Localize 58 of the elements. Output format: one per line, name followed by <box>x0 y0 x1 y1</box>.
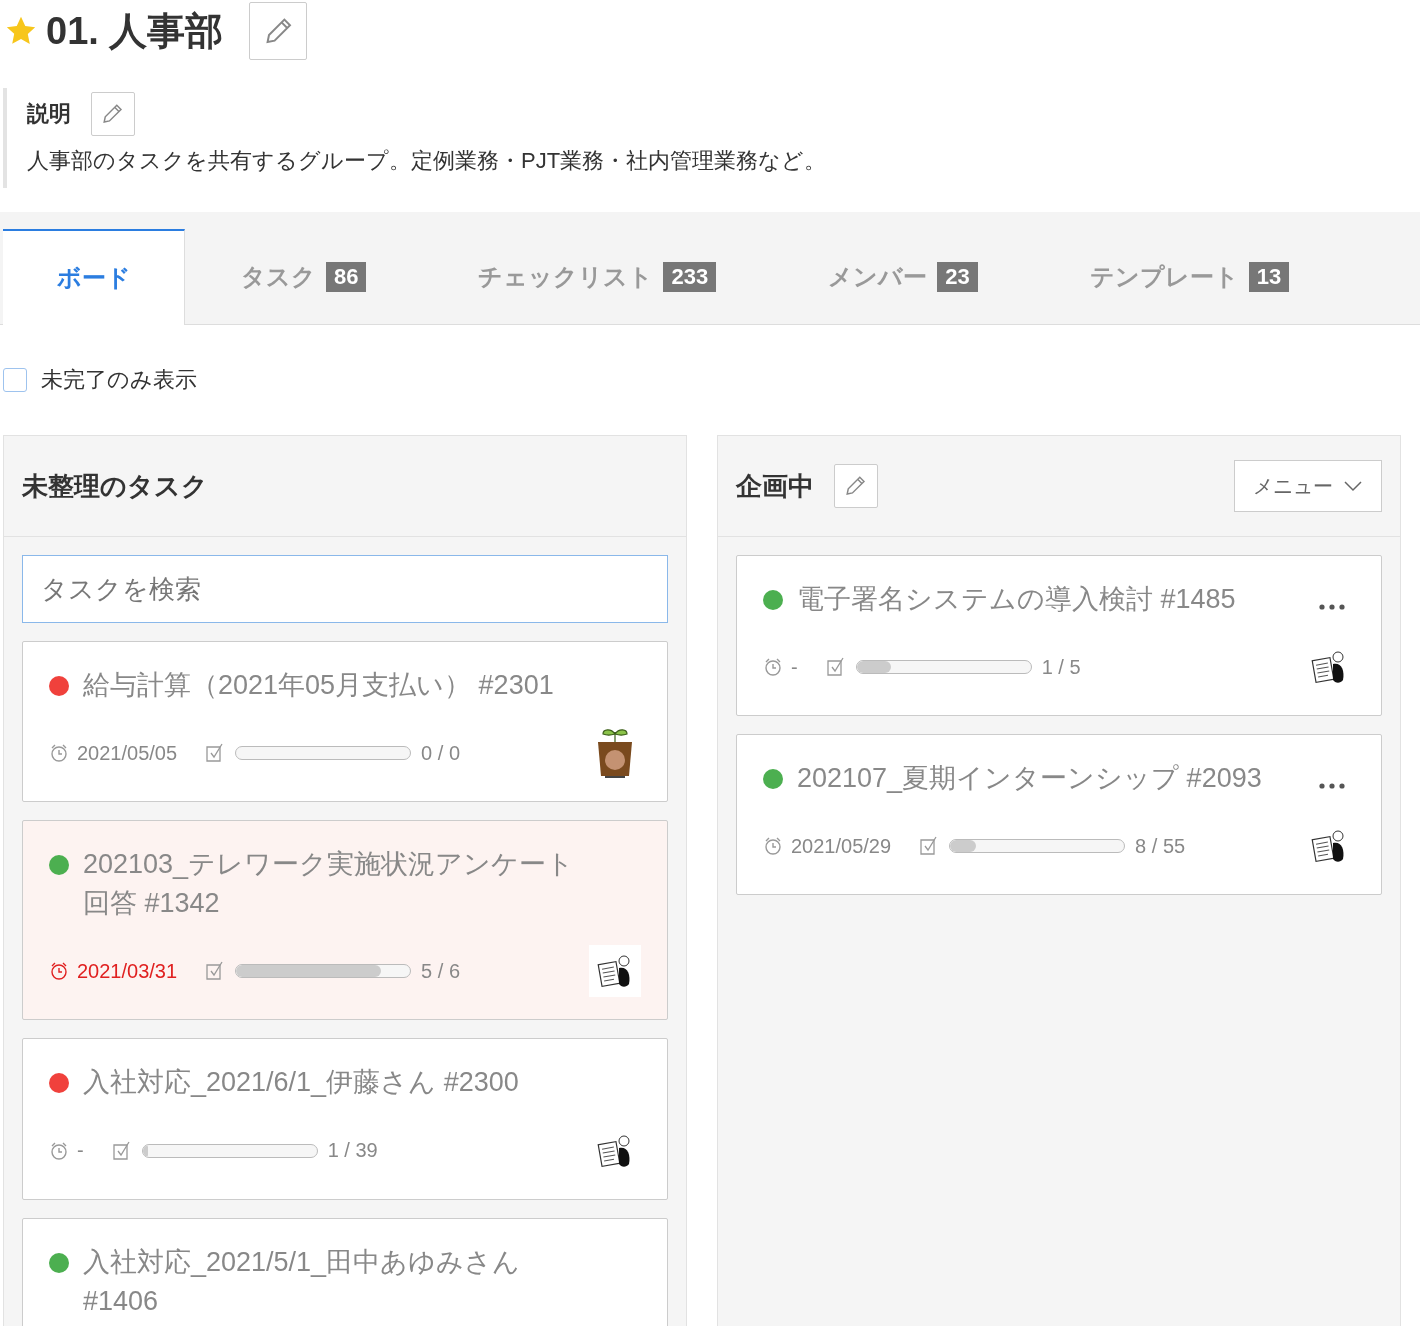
task-title: 給与計算（2021年05月支払い） #2301 <box>83 669 554 702</box>
progress-count: 5 / 6 <box>421 959 461 983</box>
task-title: 電子署名システムの導入検討 #1485 <box>797 583 1236 616</box>
alarm-clock-icon <box>763 836 783 857</box>
caret-icon <box>1343 480 1363 492</box>
task-title: 202103_テレワーク実施状況アンケート回答 #1342 <box>83 848 576 921</box>
checklist-icon <box>111 1140 132 1161</box>
task-card[interactable]: 202107_夏期インターンシップ #2093 2021/05/29 8 / 55 <box>736 734 1382 896</box>
edit-button[interactable] <box>91 92 135 136</box>
progress-count: 1 / 5 <box>1041 655 1081 679</box>
task-title: 202107_夏期インターンシップ #2093 <box>797 762 1262 796</box>
newspaper-reader-avatar <box>597 1132 633 1169</box>
progress-count: 1 / 39 <box>327 1139 378 1163</box>
alarm-clock-icon <box>763 657 783 678</box>
due-date: 2021/05/05 <box>77 741 178 765</box>
count-badge: 13 <box>1248 261 1290 292</box>
checkbox[interactable] <box>3 368 27 392</box>
checklist-icon <box>825 657 846 678</box>
due-date: - <box>791 655 798 679</box>
count-badge: 23 <box>937 261 978 292</box>
newspaper-reader-avatar <box>597 953 633 990</box>
alarm-clock-icon <box>49 961 69 982</box>
alarm-clock-icon <box>49 743 69 764</box>
task-title: 入社対応_2021/5/1_田中あゆみさん #1406 <box>83 1245 522 1318</box>
tab[interactable]: タスク 86 <box>185 229 423 324</box>
due-date: 2021/03/31 <box>77 959 178 983</box>
task-card[interactable]: 給与計算（2021年05月支払い） #2301 2021/05/05 0 / 0 <box>22 641 668 803</box>
potted-sprout-avatar <box>595 726 635 781</box>
progress-count: 0 / 0 <box>421 741 461 765</box>
more-icon <box>1319 783 1345 790</box>
search-field[interactable]: タスクを検索 <box>22 555 668 623</box>
task-card[interactable]: 電子署名システムの導入検討 #1485 - 1 / 5 <box>736 555 1382 717</box>
more-icon <box>1319 604 1345 610</box>
column-title: 未整理のタスク <box>22 469 208 503</box>
filter-label: 未完了のみ表示 <box>41 366 197 394</box>
description-text: 人事部のタスクを共有するグループ。定例業務・PJT業務・社内管理業務など。 <box>27 147 828 175</box>
tab[interactable]: メンバー 23 <box>772 229 1034 324</box>
newspaper-reader-avatar <box>1311 828 1347 865</box>
count-badge: 86 <box>326 261 367 292</box>
due-date: 2021/05/29 <box>791 834 892 858</box>
task-card[interactable]: 入社対応_2021/6/1_伊藤さん #2300 - 1 / 39 <box>22 1038 668 1200</box>
task-title: 入社対応_2021/6/1_伊藤さん #2300 <box>83 1066 519 1100</box>
task-card[interactable]: 入社対応_2021/5/1_田中あゆみさん #1406 <box>22 1217 668 1326</box>
description-label: 説明 <box>27 100 71 128</box>
edit-button[interactable] <box>834 464 878 508</box>
tab[interactable]: テンプレート 13 <box>1033 229 1346 324</box>
tab[interactable]: ボード <box>3 229 185 325</box>
menu-dropdown[interactable]: メニュー <box>1234 460 1382 512</box>
task-card[interactable]: 202103_テレワーク実施状況アンケート回答 #1342 2021/03/31 5 / 6 <box>22 820 668 1021</box>
group-title: 01. 人事部 <box>46 8 224 54</box>
edit-button[interactable] <box>249 2 308 60</box>
count-badge: 233 <box>663 261 717 292</box>
due-date: - <box>77 1139 84 1163</box>
column-title: 企画中 <box>736 469 814 503</box>
newspaper-reader-avatar <box>1311 649 1347 686</box>
alarm-clock-icon <box>49 1140 69 1161</box>
progress-count: 8 / 55 <box>1135 834 1186 858</box>
tab[interactable]: チェックリスト 233 <box>422 229 773 324</box>
